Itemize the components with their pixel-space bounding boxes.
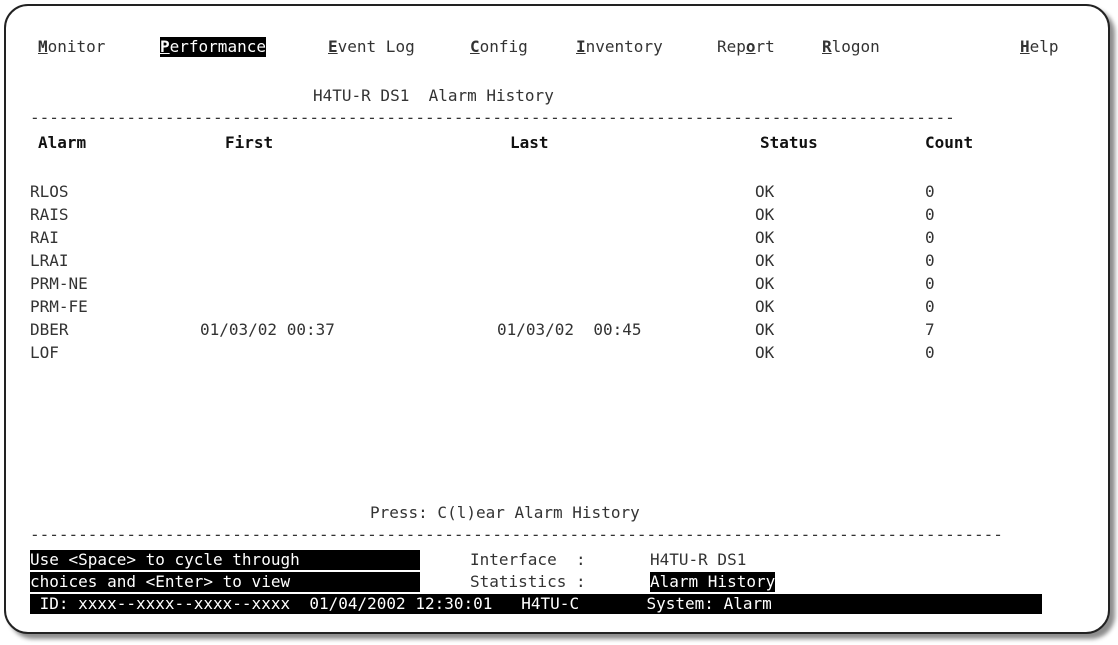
menu-rlogon[interactable]: Rlogon (822, 37, 880, 57)
alarm-status: OK (755, 205, 775, 224)
alarm-name: RAIS (30, 205, 69, 224)
alarm-last: 01/03/02 00:45 (497, 320, 642, 339)
interface-select[interactable]: H4TU-R DS1 (650, 550, 746, 570)
alarm-first: 01/03/02 00:37 (200, 320, 335, 339)
col-header-count: Count (925, 133, 974, 152)
alarm-name: RLOS (30, 182, 69, 201)
alarm-count: 0 (925, 182, 935, 201)
status-bar: ID: xxxx--xxxx--xxxx--xxxx 01/04/2002 12… (30, 594, 1042, 614)
col-header-status: Status (760, 133, 818, 152)
alarm-name: LOF (30, 343, 59, 362)
menu-monitor[interactable]: Monitor (38, 37, 105, 57)
menu-report[interactable]: Report (717, 37, 775, 57)
alarm-name: DBER (30, 320, 69, 339)
bottom-divider: ----------------------------------------… (30, 525, 1003, 544)
alarm-name: PRM-FE (30, 297, 88, 316)
menu-inventory[interactable]: Inventory (576, 37, 663, 57)
alarm-count: 0 (925, 297, 935, 316)
menu-performance[interactable]: Performance (160, 37, 266, 57)
alarm-status: OK (755, 251, 775, 270)
menu-help[interactable]: Help (1020, 37, 1059, 57)
alarm-name: LRAI (30, 251, 69, 270)
top-divider: ----------------------------------------… (30, 108, 955, 127)
alarm-status: OK (755, 343, 775, 362)
alarm-status: OK (755, 182, 775, 201)
help-line-2: choices and <Enter> to view (30, 572, 420, 592)
alarm-count: 7 (925, 320, 935, 339)
alarm-status: OK (755, 228, 775, 247)
menu-config[interactable]: Config (470, 37, 528, 57)
alarm-status: OK (755, 320, 775, 339)
alarm-name: PRM-NE (30, 274, 88, 293)
statistics-label: Statistics : (470, 572, 586, 591)
col-header-first: First (225, 133, 274, 152)
statistics-select[interactable]: Alarm History (650, 572, 776, 592)
col-header-last: Last (510, 133, 549, 152)
alarm-count: 0 (925, 274, 935, 293)
alarm-status: OK (755, 274, 775, 293)
interface-label: Interface : (470, 550, 586, 569)
help-line-1: Use <Space> to cycle through (30, 550, 420, 570)
clear-history-hint[interactable]: Press: C(l)ear Alarm History (370, 503, 640, 523)
alarm-status: OK (755, 297, 775, 316)
alarm-name: RAI (30, 228, 59, 247)
alarm-count: 0 (925, 343, 935, 362)
page-title: H4TU-R DS1 Alarm History (313, 86, 554, 105)
col-header-alarm: Alarm (38, 133, 87, 152)
alarm-count: 0 (925, 228, 935, 247)
alarm-count: 0 (925, 205, 935, 224)
menu-event-log[interactable]: Event Log (328, 37, 415, 57)
alarm-count: 0 (925, 251, 935, 270)
